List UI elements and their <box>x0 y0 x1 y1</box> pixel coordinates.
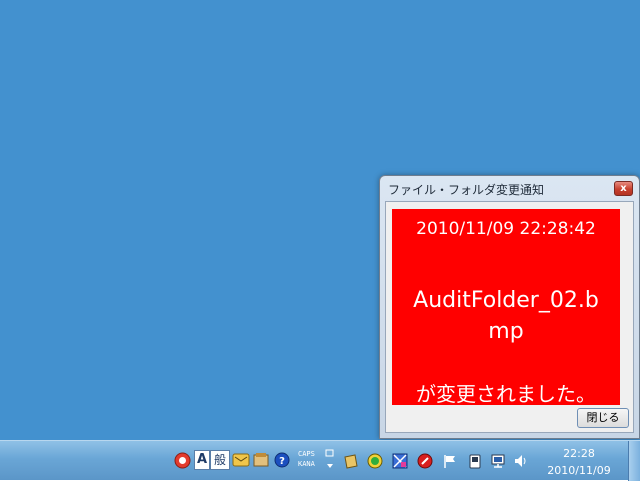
ime-input-mode[interactable]: A <box>194 450 210 470</box>
ime-dictionary-icon[interactable] <box>252 451 270 469</box>
network-app-icon[interactable] <box>392 453 408 469</box>
clock-time: 22:28 <box>563 447 595 460</box>
alert-filename: AuditFolder_02.bmp <box>413 288 599 344</box>
svg-text:?: ? <box>279 456 285 467</box>
clock-date: 2010/11/09 <box>547 464 611 477</box>
phone-icon[interactable] <box>467 453 483 469</box>
alert-panel: 2010/11/09 22:28:42 AuditFolder_02.bmp が… <box>392 209 620 406</box>
window-client-area: 2010/11/09 22:28:42 AuditFolder_02.bmp が… <box>385 201 634 433</box>
network-icon[interactable] <box>490 453 506 469</box>
caps-kana-indicator: CAPS KANA <box>298 449 315 469</box>
alert-timestamp: 2010/11/09 22:28:42 <box>416 219 596 239</box>
kana-label: KANA <box>298 460 315 468</box>
ime-options-icon[interactable] <box>325 449 335 471</box>
show-desktop-button[interactable] <box>628 441 640 481</box>
red-app-icon[interactable] <box>174 452 191 469</box>
window-close-button[interactable]: x <box>614 181 633 196</box>
taskbar: A 般 ? CAPS KANA 22:28 2010/11/09 <box>0 440 640 481</box>
flag-icon[interactable] <box>442 453 458 469</box>
ime-language-bar: A 般 ? <box>172 449 290 471</box>
alert-message: が変更されました。 <box>416 382 596 406</box>
caps-label: CAPS <box>298 450 315 458</box>
ime-pad-icon[interactable] <box>232 451 250 469</box>
change-notification-window: ファイル・フォルダ変更通知 x 2010/11/09 22:28:42 Audi… <box>379 175 640 439</box>
note-icon[interactable] <box>343 453 359 469</box>
window-titlebar[interactable]: ファイル・フォルダ変更通知 x <box>380 176 639 201</box>
red-circle-icon[interactable] <box>417 453 433 469</box>
ime-conversion-mode[interactable]: 般 <box>210 450 230 470</box>
close-button[interactable]: 閉じる <box>577 408 629 428</box>
green-app-icon[interactable] <box>367 453 383 469</box>
taskbar-clock[interactable]: 22:28 2010/11/09 <box>544 445 614 479</box>
window-title: ファイル・フォルダ変更通知 <box>388 183 545 197</box>
help-icon[interactable]: ? <box>274 452 290 468</box>
volume-icon[interactable] <box>513 453 529 469</box>
